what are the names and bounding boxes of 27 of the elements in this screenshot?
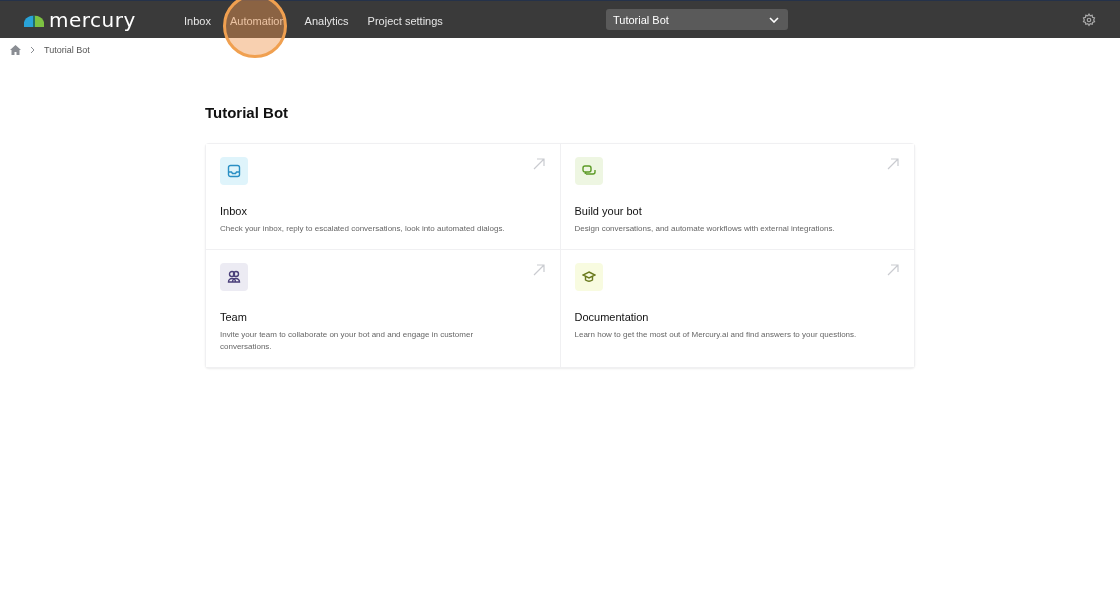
feature-card[interactable]: Team Invite your team to collaborate on your bot and and engage in customer conversations. (206, 250, 560, 367)
feature-card[interactable]: Build your bot Design conversations, and automate workflows with external integrations. (560, 144, 914, 249)
brand-name: mercury (49, 9, 136, 30)
breadcrumb-link[interactable]: Tutorial Bot (44, 45, 90, 55)
page-title: Tutorial Bot (205, 104, 290, 121)
feature-card[interactable]: Documentation Learn how to get the most out of Mercury.ai and find answers to your questions. (560, 250, 914, 367)
external-arrow-icon (887, 158, 899, 170)
card-title: Inbox (220, 205, 248, 217)
external-arrow-icon (532, 158, 545, 170)
home-icon[interactable] (10, 45, 21, 55)
card-description: Learn how to get the most out of Mercury.ai and find answers to your questions. (574, 329, 858, 341)
card-description: Invite your team to collaborate on your bot and and engage in customer conversations. (220, 329, 475, 353)
card-title: Documentation (574, 311, 650, 323)
nav-link[interactable]: Analytics (304, 10, 349, 31)
external-arrow-icon (532, 264, 545, 276)
card-title: Team (220, 311, 248, 323)
chevron-right-icon (30, 46, 35, 54)
nav-link[interactable]: Project settings (367, 10, 443, 31)
chevron-down-icon (769, 16, 779, 23)
card-title: Build your bot (574, 205, 643, 217)
project-select[interactable]: Tutorial Bot (606, 9, 788, 30)
nav-link[interactable]: Inbox (184, 10, 211, 31)
card-description: Check your inbox, reply to escalated conversations, look into automated dialogs. (220, 223, 506, 235)
external-arrow-icon (887, 264, 899, 276)
feature-card[interactable]: Inbox Check your inbox, reply to escalated conversations, look into automated dialogs. (206, 144, 560, 249)
card-description: Design conversations, and automate workflows with external integrations. (574, 223, 836, 235)
settings-icon[interactable] (1082, 12, 1096, 27)
